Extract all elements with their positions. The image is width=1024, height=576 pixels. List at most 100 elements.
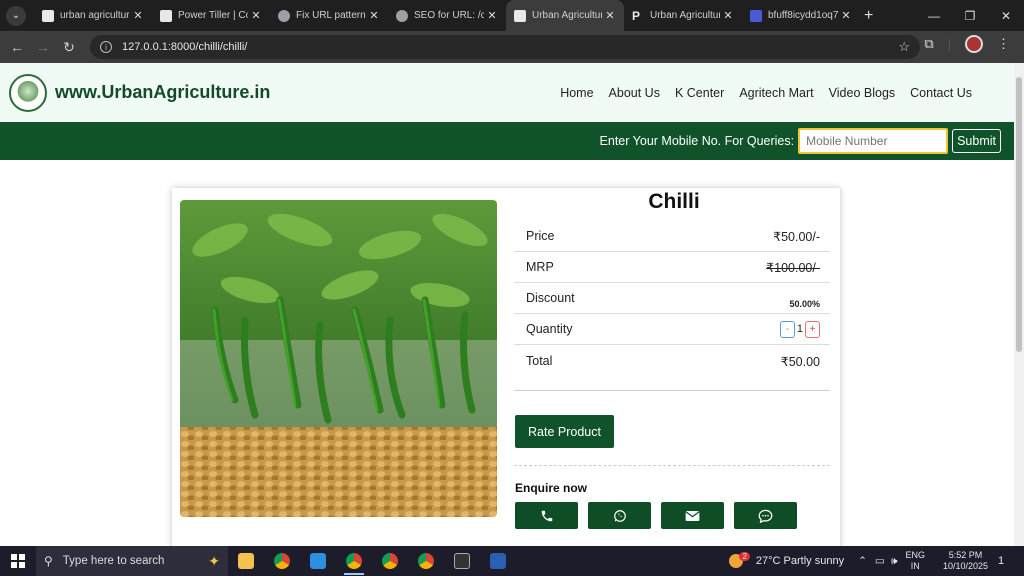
search-icon: ⚲ (44, 554, 53, 568)
discount-value: 50.00% (789, 299, 820, 309)
search-placeholder: Type here to search (62, 555, 165, 567)
chat-icon (758, 509, 773, 523)
browser-tab[interactable]: bfuff8icydd1oq7 ✕ (742, 0, 860, 31)
address-bar[interactable]: i 127.0.0.1:8000/chilli/chilli/ ☆ (90, 35, 920, 59)
tab-title: Fix URL patterns (296, 10, 366, 21)
nav-link[interactable]: Home (560, 86, 593, 100)
chatgpt-icon (278, 9, 290, 22)
close-tab-icon[interactable]: ✕ (484, 9, 500, 22)
site-icon (514, 9, 526, 22)
chrome-profile2-icon[interactable] (408, 546, 444, 576)
site-info-icon[interactable]: i (100, 41, 112, 53)
site-logo[interactable] (9, 73, 47, 112)
whatsapp-icon (613, 509, 626, 522)
tab-title: Power Tiller | Co (178, 10, 248, 21)
product-image (180, 200, 497, 517)
browser-tab[interactable]: P Urban Agricultur ✕ (624, 0, 742, 31)
close-tab-icon[interactable]: ✕ (720, 9, 736, 22)
browser-tab[interactable]: SEO for URL: /co ✕ (388, 0, 506, 31)
tab-title: Urban Agricultur (650, 10, 720, 21)
mrp-row: MRP ₹100.00/- (514, 252, 830, 283)
mrp-label: MRP (526, 260, 554, 274)
page-scrollbar[interactable] (1014, 63, 1024, 546)
enquire-label: Enquire now (515, 481, 587, 495)
close-tab-icon[interactable]: ✕ (838, 9, 854, 22)
close-tab-icon[interactable]: ✕ (366, 9, 382, 22)
terminal-icon[interactable] (444, 546, 480, 576)
browser-tab[interactable]: Urban Agricultur ✕ (506, 0, 624, 31)
discount-label: Discount (526, 291, 575, 305)
forward-icon[interactable]: → (30, 39, 56, 55)
close-window-icon[interactable]: ✕ (988, 0, 1024, 31)
quantity-label: Quantity (526, 322, 573, 336)
language-indicator[interactable]: ENG IN (905, 550, 925, 572)
close-tab-icon[interactable]: ✕ (130, 9, 146, 22)
tab-search-button[interactable]: ⌄ (6, 5, 26, 26)
weather-badge: 2 (739, 551, 750, 561)
quantity-stepper: - 1 + (779, 320, 820, 338)
taskbar-search[interactable]: ⚲ Type here to search ✦ (36, 546, 228, 576)
whatsapp-button[interactable] (588, 502, 651, 529)
price-row: Price ₹50.00/- (514, 221, 830, 252)
browser-tab[interactable]: Power Tiller | Co ✕ (152, 0, 270, 31)
chrome-profile-icon[interactable] (372, 546, 408, 576)
product-title: Chilli (648, 190, 700, 213)
site-icon (160, 9, 172, 22)
file-explorer-icon[interactable] (228, 546, 264, 576)
call-button[interactable] (515, 502, 578, 529)
back-icon[interactable]: ← (4, 39, 30, 55)
clock[interactable]: 5:52 PM 10/10/2025 (943, 550, 988, 572)
email-icon (685, 510, 700, 521)
web-page: www.UrbanAgriculture.in Home About Us K Ce… (0, 63, 1014, 546)
browser-tab[interactable]: urban agricultur ✕ (34, 0, 152, 31)
reload-icon[interactable]: ↻ (56, 39, 82, 56)
increase-quantity-button[interactable]: + (805, 320, 820, 338)
nav-link[interactable]: K Center (675, 86, 724, 100)
weather-text: 27°C Partly sunny (755, 555, 845, 567)
word-icon[interactable] (480, 546, 516, 576)
browser-menu-icon[interactable]: ⋮ (997, 36, 1010, 52)
minimize-icon[interactable]: — (916, 0, 952, 31)
taskbar: ⚲ Type here to search ✦ 2 27°C Partly su… (0, 546, 1024, 576)
extensions-icon[interactable]: ⧉ (924, 36, 933, 52)
profile-avatar[interactable] (965, 35, 983, 53)
close-tab-icon[interactable]: ✕ (602, 9, 618, 22)
close-tab-icon[interactable]: ✕ (248, 9, 264, 22)
total-row: Total ₹50.00 (514, 345, 830, 377)
email-button[interactable] (661, 502, 724, 529)
chrome-icon[interactable] (264, 546, 300, 576)
price-label: Price (526, 229, 555, 243)
mobile-number-input[interactable] (798, 128, 949, 154)
quantity-value: 1 (796, 323, 803, 335)
browser-tab-bar: ⌄ urban agricultur ✕ Power Tiller | Co ✕ Fix… (0, 0, 1024, 31)
chevron-up-icon[interactable]: ⌃ (858, 555, 867, 567)
copilot-sparkle-icon[interactable]: ✦ (208, 553, 220, 570)
restore-icon[interactable]: ❐ (952, 0, 988, 31)
notification-icon[interactable]: 1 (998, 555, 1018, 567)
windows-start-icon[interactable] (0, 546, 36, 576)
url-text: 127.0.0.1:8000/chilli/chilli/ (122, 41, 248, 53)
submit-button[interactable]: Submit (952, 129, 1001, 153)
clock-time: 5:52 PM (948, 550, 983, 560)
discount-row: Discount 50.00% (514, 283, 830, 314)
nav-link[interactable]: Agritech Mart (739, 86, 813, 100)
phone-icon (541, 510, 552, 521)
clock-date: 10/10/2025 (942, 561, 988, 571)
nav-link[interactable]: Video Blogs (829, 86, 896, 100)
brand-name[interactable]: www.UrbanAgriculture.in (55, 82, 270, 103)
main-nav: Home About Us K Center Agritech Mart Video B… (560, 63, 972, 122)
chrome-active-icon[interactable] (336, 546, 372, 576)
decrease-quantity-button[interactable]: - (779, 320, 795, 338)
browser-tab[interactable]: Fix URL patterns ✕ (270, 0, 388, 31)
nav-link[interactable]: Contact Us (910, 86, 972, 100)
nav-link[interactable]: About Us (609, 86, 660, 100)
network-icon[interactable]: ▭ (875, 555, 885, 567)
bookmark-star-icon[interactable]: ☆ (898, 39, 910, 55)
vscode-icon[interactable] (300, 546, 336, 576)
rate-product-button[interactable]: Rate Product (515, 415, 614, 448)
new-tab-button[interactable]: + (864, 7, 873, 25)
weather-widget[interactable]: 2 27°C Partly sunny (729, 551, 845, 568)
price-table: Price ₹50.00/- MRP ₹100.00/- Discount 50… (514, 221, 830, 377)
chat-button[interactable] (734, 502, 797, 529)
volume-icon[interactable]: 🕪 (891, 555, 898, 568)
